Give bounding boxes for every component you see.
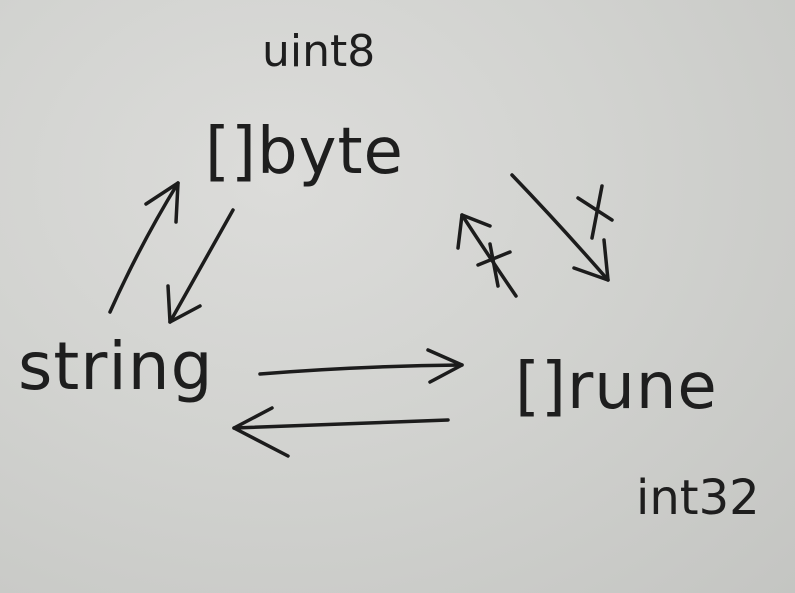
arrow-shaft xyxy=(258,363,464,376)
arrows-layer xyxy=(108,173,614,458)
edge-string-to-rune xyxy=(258,348,464,384)
edge-byte-to-string xyxy=(166,208,235,324)
arrow-shaft xyxy=(232,418,450,430)
edge-rune-to-byte-crossed xyxy=(456,213,518,298)
edge-rune-to-string xyxy=(232,406,450,458)
handwritten-diagram: uint8 []byte string []rune int32 xyxy=(0,0,795,593)
edge-byte-to-rune-crossed xyxy=(510,173,614,282)
arrow-head xyxy=(232,406,290,458)
